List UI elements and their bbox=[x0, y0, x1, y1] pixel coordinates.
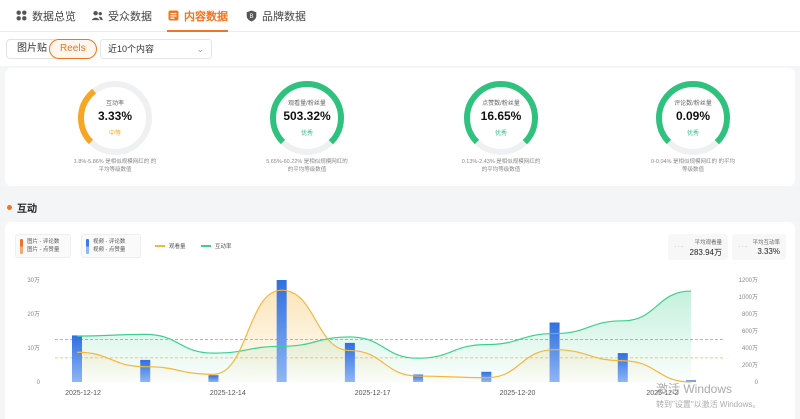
kpi-level: 优秀 bbox=[494, 131, 507, 137]
kpi-note: 0.13%-2.43% 是相似规模网红的 的平均等级数值 bbox=[431, 158, 571, 174]
video-likes-bar bbox=[617, 353, 628, 382]
x-axis-tick: 2025-12-17 bbox=[355, 390, 391, 397]
kpi-note-line: 平均等级数值 bbox=[98, 167, 132, 173]
kpi-value: 0.09% bbox=[675, 109, 711, 123]
tab-brand[interactable]: B 品牌数据 bbox=[245, 0, 306, 31]
left-axis-tick: 30万 bbox=[27, 277, 40, 284]
kpi-level: 优秀 bbox=[686, 131, 699, 137]
kpi-label: 观看量/粉丝量 bbox=[288, 101, 326, 107]
users-icon bbox=[91, 10, 103, 22]
svg-text:B: B bbox=[249, 14, 253, 20]
right-axis-tick: 1000万 bbox=[739, 294, 758, 301]
x-axis-tick: 2025-12-2 bbox=[646, 390, 678, 397]
section-title: 互动 bbox=[7, 200, 37, 215]
kpi-level: 优秀 bbox=[300, 131, 313, 137]
chevron-down-icon: ⌄ bbox=[196, 44, 204, 54]
kpi-level: 中等 bbox=[108, 131, 121, 137]
right-axis-tick: 1200万 bbox=[739, 277, 758, 284]
right-axis-tick: 0 bbox=[755, 380, 759, 386]
right-axis-tick: 800万 bbox=[742, 311, 758, 318]
content-icon bbox=[167, 10, 179, 22]
x-axis-tick: 2025-12-20 bbox=[500, 390, 536, 397]
kpi-note-line: 5.65%-60.22% 是相似规模网红的 bbox=[266, 159, 348, 165]
kpi-comments-per-follower: 评论数/粉丝量 0.09% 优秀 0-0.04% 是相似规模网红的 的平均 等级… bbox=[633, 68, 753, 186]
video-likes-bar bbox=[549, 322, 560, 382]
video-likes-bar bbox=[344, 342, 355, 382]
tab-overview[interactable]: 数据总览 bbox=[15, 0, 76, 31]
kpi-note-line: 1.8%-5.86% 是相似规模网红的 的 bbox=[73, 159, 157, 165]
combo-chart: 0 10万 20万 30万 0 200万 400万 600万 800万 1000万 1200万 202… bbox=[27, 277, 759, 397]
kpi-label: 评论数/粉丝量 bbox=[674, 101, 712, 107]
video-likes-bar bbox=[140, 359, 151, 382]
engagement-chart-card: 图片 - 评论数 图片 - 点赞量 视频 - 评论数 视频 - 点赞量 观看量 … bbox=[5, 222, 795, 419]
content-range-select[interactable]: 近10个内容 ⌄ bbox=[100, 39, 212, 59]
type-reels-button[interactable]: Reels bbox=[49, 39, 97, 59]
kpi-value: 16.65% bbox=[480, 109, 522, 123]
kpi-engagement-rate: 互动率 3.33% 中等 1.8%-5.86% 是相似规模网红的 的 平均等级数… bbox=[55, 68, 175, 186]
kpi-note-line: 的平均等级数值 bbox=[287, 167, 327, 173]
kpi-note-line: 的平均等级数值 bbox=[481, 167, 521, 173]
video-likes-bar bbox=[72, 335, 82, 382]
kpi-value: 503.32% bbox=[283, 109, 331, 123]
left-axis-tick: 0 bbox=[37, 380, 41, 386]
video-likes-bar bbox=[208, 375, 219, 382]
kpi-likes-per-follower: 点赞数/粉丝量 16.65% 优秀 0.13%-2.43% 是相似规模网红的 的… bbox=[441, 68, 561, 186]
tab-overview-label: 数据总览 bbox=[32, 10, 76, 23]
tab-audience[interactable]: 受众数据 bbox=[91, 0, 152, 31]
section-dot-icon bbox=[7, 205, 12, 210]
kpi-value: 3.33% bbox=[97, 109, 133, 123]
kpi-note-line: 0-0.04% 是相似规模网红的 的平均 bbox=[650, 159, 736, 165]
tab-content-label: 内容数据 bbox=[184, 10, 228, 23]
left-axis-tick: 10万 bbox=[27, 345, 40, 352]
tab-audience-label: 受众数据 bbox=[108, 10, 152, 23]
kpi-label: 互动率 bbox=[105, 101, 124, 107]
right-axis-tick: 600万 bbox=[742, 328, 758, 335]
kpi-note: 5.65%-60.22% 是相似规模网红的 的平均等级数值 bbox=[237, 158, 377, 174]
video-likes-bar bbox=[276, 280, 287, 382]
kpi-note: 0-0.04% 是相似规模网红的 的平均 等级数值 bbox=[623, 158, 763, 174]
kpi-note-line: 等级数值 bbox=[681, 167, 704, 173]
tab-content[interactable]: 内容数据 bbox=[167, 0, 228, 32]
top-tabs: 数据总览 受众数据 内容数据 B 品牌数据 bbox=[0, 0, 800, 32]
brand-icon: B bbox=[245, 10, 257, 22]
left-axis-tick: 20万 bbox=[27, 311, 40, 318]
grid-icon bbox=[15, 10, 27, 22]
video-likes-bar bbox=[481, 371, 492, 382]
kpi-note-line: 0.13%-2.43% 是相似规模网红的 bbox=[461, 159, 541, 165]
x-axis-tick: 2025-12-14 bbox=[210, 390, 246, 397]
kpi-label: 点赞数/粉丝量 bbox=[482, 101, 520, 107]
content-filter-bar: 图片贴 Reels 近10个内容 ⌄ bbox=[0, 32, 800, 66]
kpi-card: 互动率 3.33% 中等 1.8%-5.86% 是相似规模网红的 的 平均等级数… bbox=[5, 68, 795, 186]
content-range-value: 近10个内容 bbox=[108, 44, 155, 54]
section-title-text: 互动 bbox=[17, 204, 37, 215]
kpi-views-per-follower: 观看量/粉丝量 503.32% 优秀 5.65%-60.22% 是相似规模网红的… bbox=[247, 68, 367, 186]
kpi-note: 1.8%-5.86% 是相似规模网红的 的 平均等级数值 bbox=[45, 158, 185, 174]
right-axis-tick: 400万 bbox=[742, 345, 758, 352]
x-axis-tick: 2025-12-12 bbox=[65, 390, 101, 397]
right-axis-tick: 200万 bbox=[742, 362, 758, 369]
tab-brand-label: 品牌数据 bbox=[262, 10, 306, 23]
